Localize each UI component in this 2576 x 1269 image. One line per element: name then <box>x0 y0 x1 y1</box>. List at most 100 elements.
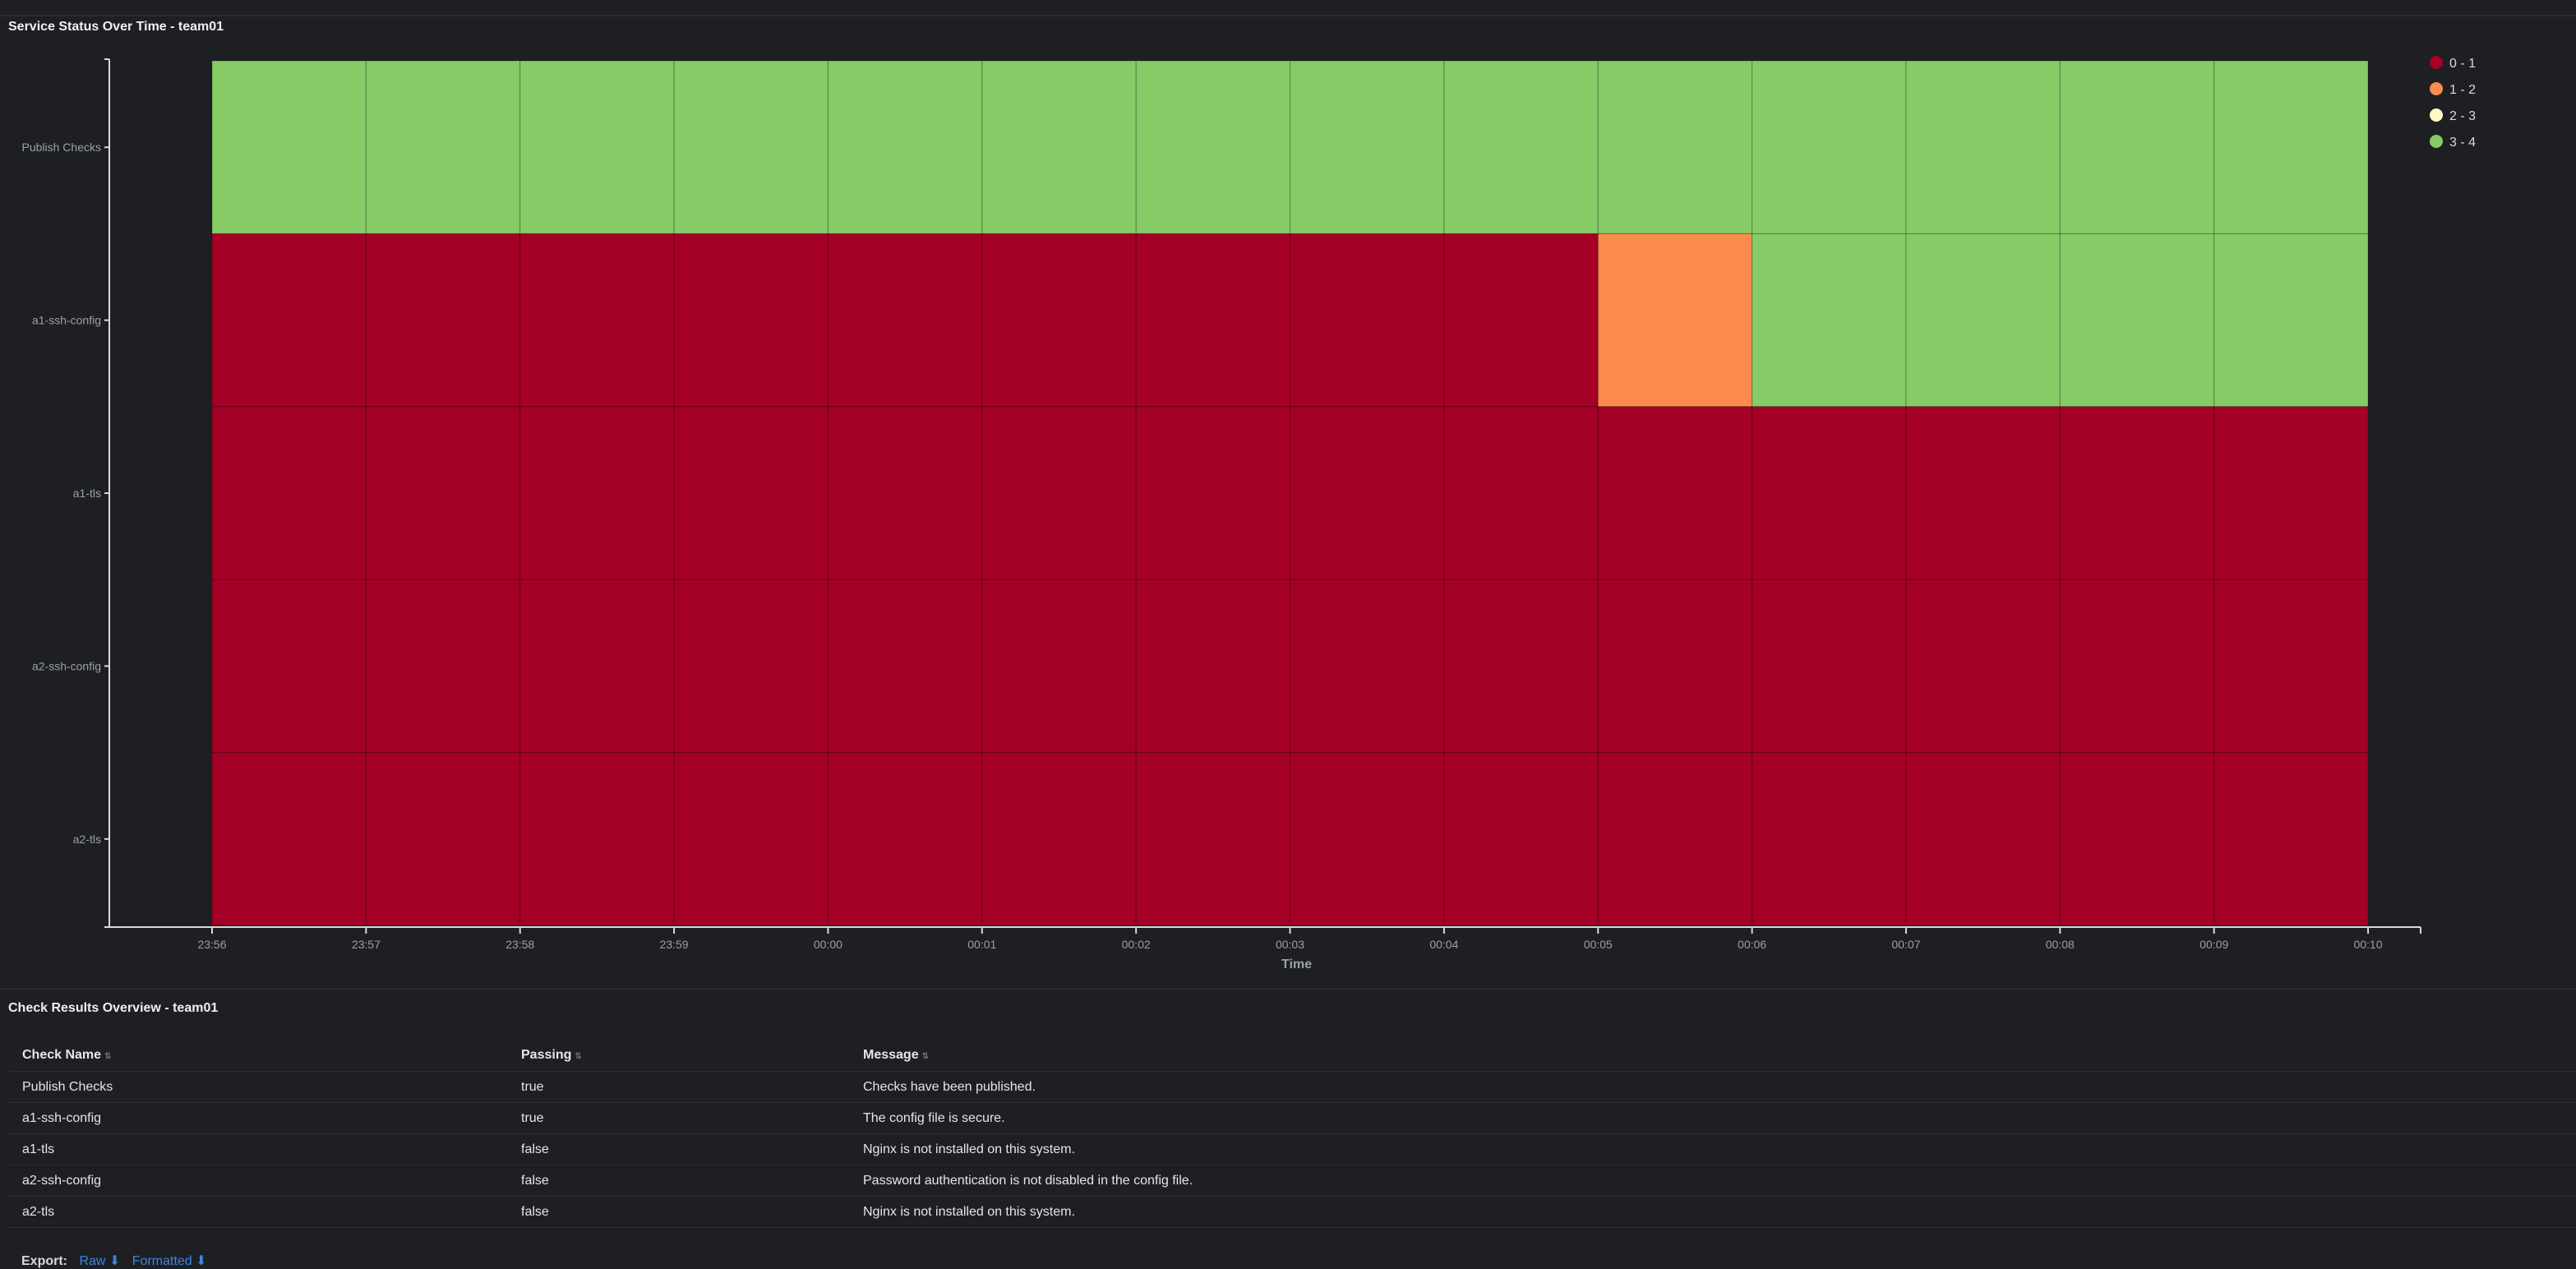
heatmap-cell <box>1905 60 2061 234</box>
heatmap-cell <box>673 752 829 926</box>
sort-icon: ⇅ <box>575 1052 582 1061</box>
x-axis-title: Time <box>1281 958 1312 970</box>
heatmap-cell <box>1290 60 1445 234</box>
y-tick-label: a1-ssh-config <box>32 314 101 327</box>
export-raw-link[interactable]: Raw ⬇ <box>79 1254 120 1268</box>
header-check-name[interactable]: Check Name ⇅ <box>22 1040 111 1073</box>
heatmap-cell <box>365 579 521 754</box>
heatmap-chart: Publish Checks a1-ssh-config a1-tls a2-ssh-… <box>22 56 2476 970</box>
export-bar: Export: Raw ⬇ Formatted ⬇ <box>21 1253 207 1269</box>
heatmap-cell <box>1443 752 1599 926</box>
legend-label: 3 - 4 <box>2449 136 2476 150</box>
heatmap-cell <box>1597 406 1753 580</box>
heatmap-cell <box>519 406 675 580</box>
sort-icon: ⇅ <box>921 1052 929 1061</box>
cell-passing: false <box>521 1205 549 1219</box>
x-tick-label: 00:02 <box>1122 938 1151 951</box>
heatmap-cell <box>981 60 1137 234</box>
heatmap-cell <box>211 752 367 926</box>
legend-label: 2 - 3 <box>2449 109 2476 123</box>
table-row: a2-ssh-config false Password authenticat… <box>8 1165 2576 1197</box>
header-passing[interactable]: Passing ⇅ <box>521 1040 582 1073</box>
heatmap-cell <box>2214 406 2369 580</box>
heatmap-cell <box>673 579 829 754</box>
legend-label: 0 - 1 <box>2449 57 2476 71</box>
heatmap-cell <box>1135 233 1290 408</box>
cell-passing: true <box>521 1080 544 1094</box>
legend-label: 1 - 2 <box>2449 83 2476 97</box>
table-row: a2-tls false Nginx is not installed on t… <box>8 1197 2576 1228</box>
heatmap-cell <box>981 579 1137 754</box>
heatmap-cell <box>1443 406 1599 580</box>
check-results-table: Check Name ⇅ Passing ⇅ Message ⇅ Publish Ch… <box>8 1040 2576 1228</box>
cell-check-name: Publish Checks <box>22 1080 113 1094</box>
heatmap-cell <box>1290 406 1445 580</box>
heatmap-cell <box>1752 579 1907 754</box>
download-icon: ⬇ <box>108 1254 121 1268</box>
heatmap-cell <box>1752 233 1907 408</box>
heatmap-cell <box>2214 752 2369 926</box>
export-formatted-link[interactable]: Formatted ⬇ <box>132 1254 207 1268</box>
cell-passing: false <box>521 1174 549 1188</box>
heatmap-cell <box>519 752 675 926</box>
x-tick-label: 00:04 <box>1429 938 1458 951</box>
cell-message: Nginx is not installed on this system. <box>863 1142 1075 1156</box>
heatmap-cell <box>1135 579 1290 754</box>
cell-passing: false <box>521 1142 549 1156</box>
heatmap-cell <box>827 579 983 754</box>
heatmap-cell <box>1135 752 1290 926</box>
legend-swatch <box>2430 108 2443 122</box>
heatmap-cell <box>2214 233 2369 408</box>
heatmap-cell <box>1135 406 1290 580</box>
heatmap-cell <box>365 752 521 926</box>
heatmap-cell <box>519 60 675 234</box>
x-tick-label: 00:07 <box>1891 938 1920 951</box>
heatmap-cell <box>1290 233 1445 408</box>
heatmap-cell <box>981 233 1137 408</box>
cell-passing: true <box>521 1111 544 1125</box>
heatmap-cell <box>519 233 675 408</box>
cell-check-name: a2-tls <box>22 1205 55 1219</box>
heatmap-cell <box>1290 579 1445 754</box>
heatmap-cell <box>827 60 983 234</box>
download-icon: ⬇ <box>196 1254 207 1268</box>
y-tick-label: a2-ssh-config <box>32 659 101 672</box>
y-tick-label: a1-tls <box>73 487 101 500</box>
heatmap-cell <box>2059 406 2215 580</box>
legend-swatch <box>2430 56 2443 69</box>
heatmap-cell <box>827 406 983 580</box>
heatmap-cell <box>1597 752 1753 926</box>
x-tick-label: 00:08 <box>2046 938 2075 951</box>
cell-message: Password authentication is not disabled … <box>863 1174 1193 1188</box>
heatmap-cell <box>2059 579 2215 754</box>
table-row: a1-tls false Nginx is not installed on t… <box>8 1134 2576 1165</box>
x-tick-label: 00:01 <box>967 938 996 951</box>
x-tick-label: 23:56 <box>197 938 226 951</box>
heatmap-cell <box>827 233 983 408</box>
heatmap-cell <box>211 406 367 580</box>
heatmap-cell <box>1597 233 1753 408</box>
heatmap-cell <box>1597 60 1753 234</box>
sort-icon: ⇅ <box>104 1052 112 1061</box>
heatmap-cell <box>2059 233 2215 408</box>
cell-check-name: a1-ssh-config <box>22 1111 102 1125</box>
cell-message: Checks have been published. <box>863 1080 1036 1094</box>
heatmap-cell <box>211 233 367 408</box>
heatmap-cell <box>211 60 367 234</box>
mid-divider <box>0 988 2576 990</box>
heatmap-cell <box>1443 579 1599 754</box>
heatmap-cell <box>1443 60 1599 234</box>
x-tick-label: 00:00 <box>814 938 843 951</box>
cell-check-name: a1-tls <box>22 1142 55 1156</box>
cell-message: The config file is secure. <box>863 1111 1005 1125</box>
y-tick-label: a2-tls <box>73 833 101 846</box>
heatmap-cell <box>827 752 983 926</box>
heatmap-cell <box>365 233 521 408</box>
table-row: a1-ssh-config true The config file is se… <box>8 1103 2576 1134</box>
heatmap-cell <box>1752 752 1907 926</box>
header-message[interactable]: Message ⇅ <box>863 1040 929 1073</box>
heatmap-cell <box>1905 406 2061 580</box>
table-header-row: Check Name ⇅ Passing ⇅ Message ⇅ <box>8 1040 2576 1072</box>
x-tick-label: 00:10 <box>2353 938 2382 951</box>
heatmap-cell <box>2059 60 2215 234</box>
